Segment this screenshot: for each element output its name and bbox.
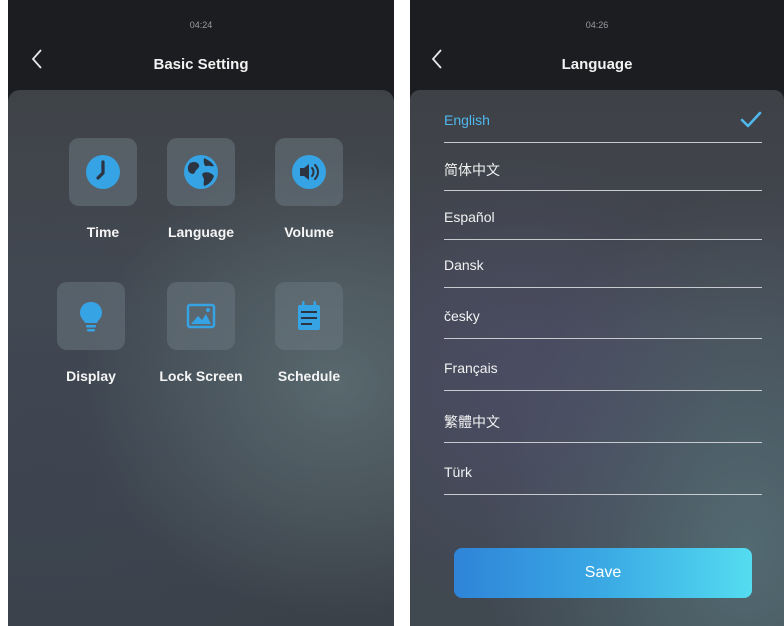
lock-screen-tile[interactable]: Lock Screen xyxy=(146,282,256,392)
settings-grid-panel: Time Language Volume Display Lock Screen… xyxy=(8,90,394,626)
tile-icon-box xyxy=(167,282,235,350)
language-label: 繁體中文 xyxy=(444,414,500,430)
tile-label: Display xyxy=(66,368,116,384)
language-label: English xyxy=(444,112,490,128)
language-option-simplified-chinese[interactable]: 简体中文 xyxy=(444,142,762,191)
language-label: Español xyxy=(444,209,495,225)
calendar-icon xyxy=(298,301,320,330)
checkmark-icon xyxy=(740,111,762,128)
tile-label: Volume xyxy=(284,224,334,240)
language-label: Français xyxy=(444,360,498,376)
language-label: 简体中文 xyxy=(444,162,500,178)
schedule-tile[interactable]: Schedule xyxy=(254,282,364,392)
volume-tile[interactable]: Volume xyxy=(254,138,364,248)
tile-label: Language xyxy=(167,224,235,240)
page-title: Basic Setting xyxy=(153,56,249,73)
language-option-czech[interactable]: česky xyxy=(444,290,762,339)
tile-label: Time xyxy=(86,224,120,240)
language-option-danish[interactable]: Dansk xyxy=(444,239,762,288)
language-tile[interactable]: Language xyxy=(146,138,256,248)
image-icon xyxy=(186,303,216,329)
tile-icon-box xyxy=(57,282,125,350)
status-time: 04:24 xyxy=(189,20,213,30)
display-tile[interactable]: Display xyxy=(36,282,146,392)
language-option-french[interactable]: Français xyxy=(444,342,762,391)
speaker-icon xyxy=(292,155,326,189)
basic-setting-screen: 04:24 Basic Setting Time Language Volume… xyxy=(8,0,394,626)
language-option-spanish[interactable]: Español xyxy=(444,191,762,240)
language-label: Dansk xyxy=(444,257,484,273)
language-option-english[interactable]: English xyxy=(444,94,762,143)
language-list-panel: English 简体中文 Español Dansk česky Françai… xyxy=(410,90,784,626)
page-title: Language xyxy=(561,56,633,73)
language-label: Türk xyxy=(444,464,472,480)
tile-icon-box xyxy=(275,282,343,350)
tile-label: Schedule xyxy=(277,368,341,384)
lightbulb-icon xyxy=(80,302,102,332)
tile-icon-box xyxy=(275,138,343,206)
clock-icon xyxy=(86,155,120,189)
save-button-label: Save xyxy=(584,564,622,581)
language-option-turkish[interactable]: Türk xyxy=(444,446,762,495)
language-label: česky xyxy=(444,308,480,324)
language-screen: 04:26 Language English 简体中文 Español Dans… xyxy=(410,0,784,626)
tile-icon-box xyxy=(167,138,235,206)
save-button[interactable]: Save xyxy=(454,548,752,598)
status-time: 04:26 xyxy=(585,20,609,30)
tile-label: Lock Screen xyxy=(159,368,243,384)
tile-icon-box xyxy=(69,138,137,206)
language-option-traditional-chinese[interactable]: 繁體中文 xyxy=(444,394,762,443)
globe-icon xyxy=(184,155,218,189)
time-tile[interactable]: Time xyxy=(48,138,158,248)
